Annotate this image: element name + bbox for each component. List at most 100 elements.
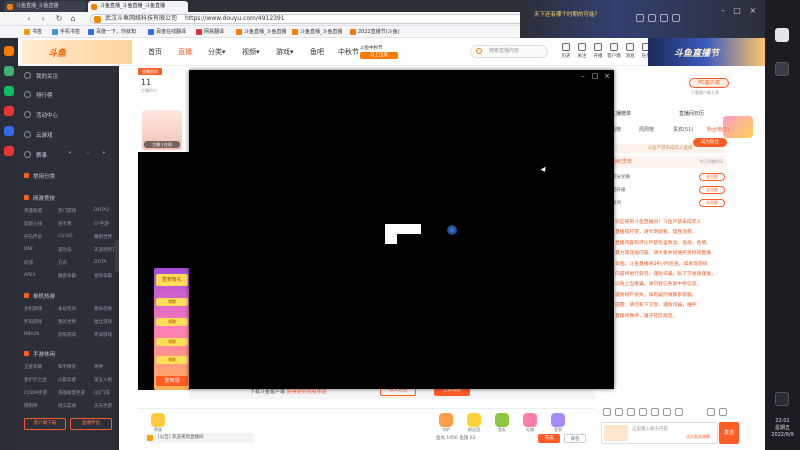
- maximize-icon[interactable]: □: [732, 6, 742, 16]
- game-link[interactable]: 天涯明月刀: [94, 247, 117, 253]
- team-logo-icon[interactable]: ✧: [86, 151, 90, 156]
- nav-yuba[interactable]: 鱼吧: [310, 47, 324, 57]
- bookmark-item[interactable]: 斗鱼直播_斗鱼直播: [236, 28, 287, 36]
- gift-tile[interactable]: 粉丝团: [462, 413, 486, 433]
- bookmark-item[interactable]: 百度一下，你就知: [88, 28, 136, 36]
- color-icon[interactable]: [651, 408, 659, 416]
- game-link[interactable]: 和平精英: [58, 364, 76, 370]
- sign-in-button[interactable]: 签到领: [156, 376, 188, 386]
- home-icon[interactable]: ⌂: [68, 14, 78, 24]
- browser-tab-active[interactable]: 斗鱼直播_斗鱼直播_斗鱼直播: [88, 1, 188, 12]
- popup-maximize-icon[interactable]: □: [591, 72, 599, 80]
- bookmark-item[interactable]: 书签: [24, 28, 42, 36]
- promo-claim-button[interactable]: 领取: [156, 338, 188, 346]
- extension-icon[interactable]: [648, 14, 656, 22]
- reward-button[interactable]: 去兑换: [699, 173, 725, 181]
- douyu-logo[interactable]: 斗鱼: [22, 40, 132, 64]
- team-logo-icon[interactable]: ✦: [102, 151, 106, 156]
- game-link[interactable]: CS:GO: [58, 234, 73, 239]
- sidebar-item-match[interactable]: 赛事: [24, 151, 47, 159]
- game-link[interactable]: 热门游戏: [58, 208, 76, 214]
- game-link[interactable]: 火影忍者: [58, 377, 76, 383]
- team-logo-icon[interactable]: ✦: [68, 151, 72, 156]
- wechat-icon[interactable]: [4, 86, 14, 96]
- sidebar-item-follow[interactable]: 我的关注: [24, 72, 58, 80]
- calendar-heading[interactable]: 直播间日历: [679, 110, 704, 117]
- game-link[interactable]: 第五人格: [94, 377, 112, 383]
- sidebar-item-cloud-game[interactable]: 云游戏: [24, 131, 53, 139]
- game-link[interactable]: 星际争霸: [94, 273, 112, 279]
- tab-vip[interactable]: 贵宾(51): [673, 126, 693, 133]
- reward-button[interactable]: 去兑换: [699, 199, 725, 207]
- window-icon[interactable]: [775, 62, 789, 76]
- game-link[interactable]: DOTA: [94, 260, 107, 265]
- back-icon[interactable]: ‹: [24, 14, 34, 24]
- extension-icon[interactable]: [672, 14, 680, 22]
- game-link[interactable]: 英雄联盟手游: [58, 390, 85, 396]
- game-link[interactable]: 永劫无间: [58, 306, 76, 312]
- game-link[interactable]: CODM手游: [24, 390, 47, 396]
- sidebar-item-rank[interactable]: 排行榜: [24, 91, 53, 99]
- backpack-button[interactable]: 背包: [564, 434, 586, 443]
- section-online-games[interactable]: 网游竞技: [24, 194, 55, 202]
- gift-tile[interactable]: 签到: [546, 413, 570, 433]
- bookmark-item[interactable]: 2022直播节(斗鱼): [350, 28, 400, 36]
- app-icon[interactable]: [4, 106, 14, 116]
- game-link[interactable]: 阴阳师: [24, 403, 38, 409]
- reward-button[interactable]: 去兑换: [699, 186, 725, 194]
- gift-icon[interactable]: [627, 408, 635, 416]
- promo-claim-button[interactable]: 领取: [156, 356, 188, 364]
- weibo-icon[interactable]: [4, 146, 14, 156]
- game-link[interactable]: DOTA2: [94, 208, 109, 213]
- bookmark-item[interactable]: 网易翻译: [196, 28, 224, 36]
- nav-video[interactable]: 视频▾: [242, 47, 260, 57]
- game-link[interactable]: QQ飞车: [94, 390, 110, 396]
- browser-tab[interactable]: 斗鱼直播_斗鱼直播: [4, 1, 86, 12]
- noble-icon[interactable]: [639, 408, 647, 416]
- live-companion-button[interactable]: 直播伴侣: [70, 418, 112, 430]
- history-button[interactable]: 历史: [558, 43, 574, 63]
- system-clock[interactable]: 22:01 星期五 2022/9/9: [765, 418, 800, 439]
- section-common[interactable]: 常用分类: [24, 172, 55, 180]
- message-button[interactable]: 消息: [622, 43, 638, 63]
- game-link[interactable]: 恐怖游戏: [58, 332, 76, 338]
- game-link[interactable]: 逆水寒: [58, 221, 72, 227]
- popup-minimize-icon[interactable]: –: [579, 72, 587, 80]
- game-link[interactable]: 使命召唤: [94, 306, 112, 312]
- promo-claim-button[interactable]: 领取: [156, 298, 188, 306]
- nav-festival[interactable]: 中秋节: [338, 47, 359, 57]
- follow-button[interactable]: 关注: [574, 43, 590, 63]
- fans-icon[interactable]: [615, 408, 623, 416]
- forward-icon[interactable]: ›: [38, 14, 48, 24]
- rank-heading[interactable]: 主播榜单: [611, 110, 631, 117]
- game-link[interactable]: 穿越火线: [24, 221, 42, 227]
- close-icon[interactable]: ×: [748, 6, 758, 16]
- gift-tile[interactable]: 贵族: [146, 413, 170, 433]
- game-link[interactable]: 魔兽争霸: [58, 273, 76, 279]
- game-link[interactable]: 街头篮球: [58, 403, 76, 409]
- bookmark-item[interactable]: 斗鱼直播_斗鱼直播: [292, 28, 343, 36]
- promo-claim-button[interactable]: 领取: [156, 318, 188, 326]
- tray-icon[interactable]: [775, 392, 789, 406]
- bookmark-item[interactable]: 手机书签: [52, 28, 80, 36]
- app-icon[interactable]: [4, 66, 14, 76]
- app-icon[interactable]: [4, 46, 14, 56]
- game-link[interactable]: 问道: [24, 260, 33, 266]
- client-button[interactable]: 客户端: [606, 43, 622, 63]
- festival-banner[interactable]: 斗鱼直播节: [648, 38, 765, 66]
- game-link[interactable]: 原神: [94, 364, 103, 370]
- chat-input[interactable]: 这里输入聊天内容 点击发送弹幕: [601, 422, 718, 444]
- client-download-button[interactable]: 客户端下载: [24, 418, 66, 430]
- block-icon[interactable]: [675, 408, 683, 416]
- streamer-avatar[interactable]: 主播 | 在线: [142, 110, 182, 150]
- search-input[interactable]: 搜索直播内容: [470, 45, 548, 58]
- game-link[interactable]: 魔兽世界: [94, 234, 112, 240]
- game-link[interactable]: CF手游: [94, 221, 109, 227]
- game-link[interactable]: 怀旧游戏: [24, 319, 42, 325]
- game-link[interactable]: 主机游戏: [24, 306, 42, 312]
- extension-icon[interactable]: [660, 14, 668, 22]
- game-link[interactable]: 我的世界: [58, 319, 76, 325]
- nav-games[interactable]: 游戏▾: [276, 47, 294, 57]
- minimize-icon[interactable]: –: [718, 6, 728, 16]
- sidebar-item-activity[interactable]: 活动中心: [24, 111, 58, 119]
